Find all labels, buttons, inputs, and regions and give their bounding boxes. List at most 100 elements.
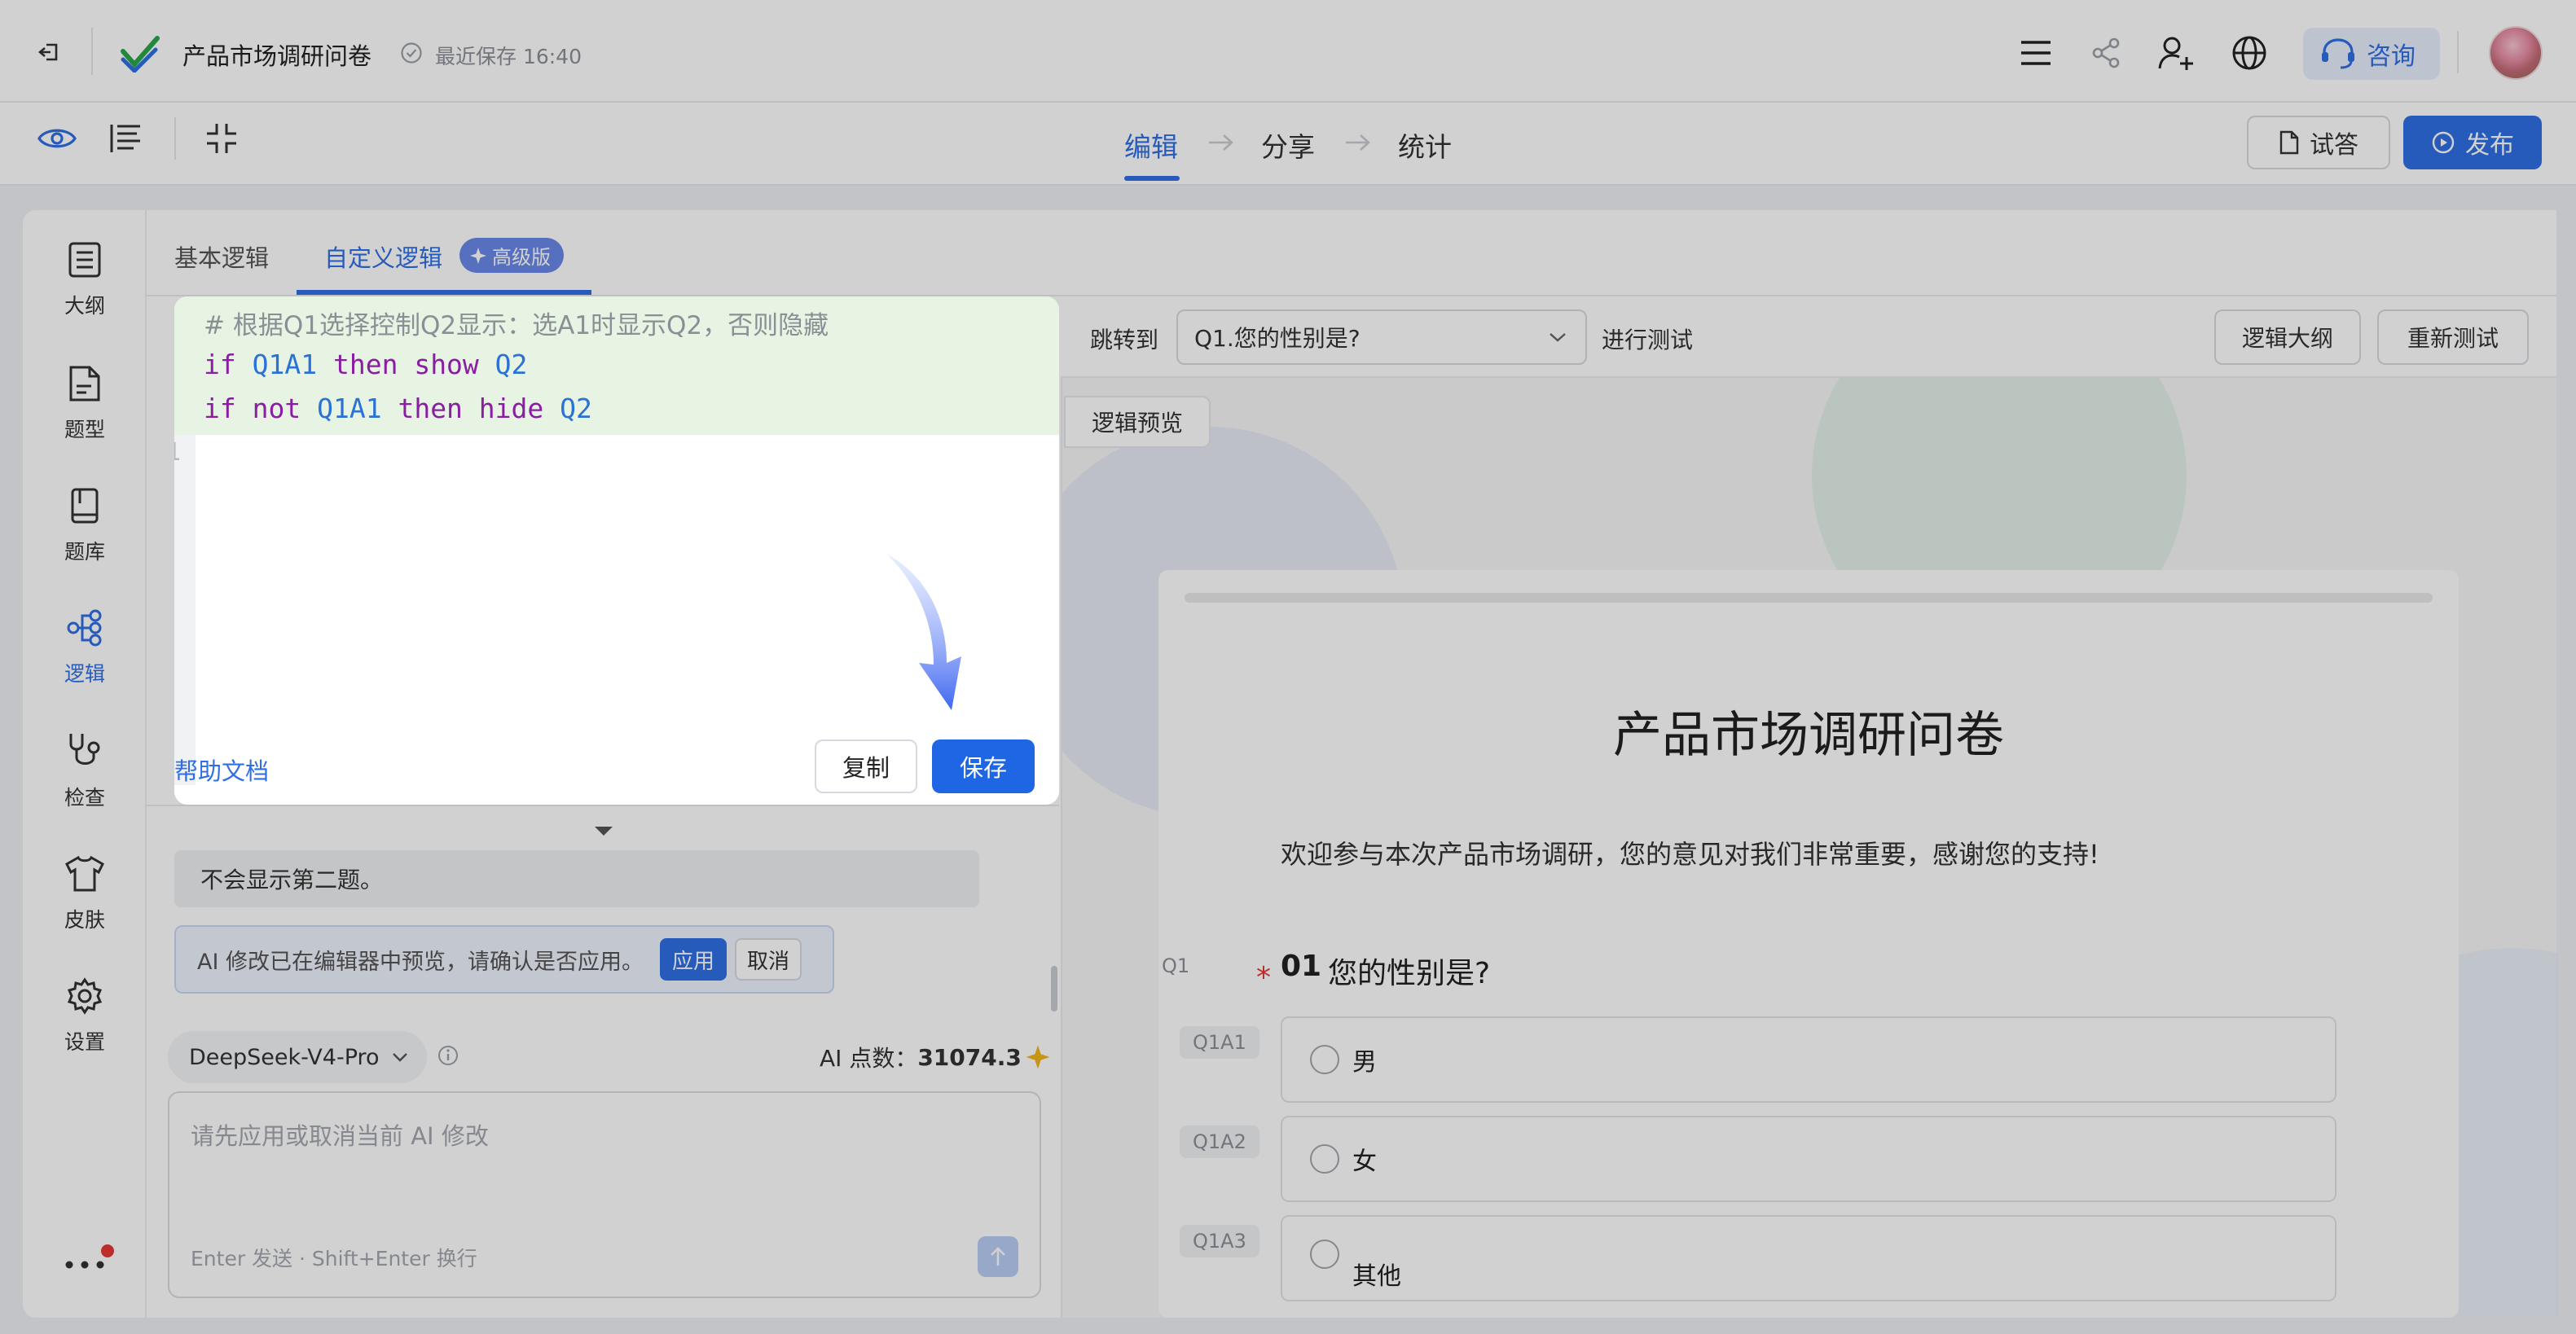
help-doc-link[interactable]: 帮助文档 [174,753,269,787]
notice-text: AI 修改已在编辑器中预览，请确认是否应用。 [197,949,644,975]
line-number: 1 [174,438,181,467]
chat-placeholder: 请先应用或取消当前 AI 修改 [191,1122,489,1150]
gear-icon [67,977,103,1015]
sparkle-icon [1026,1045,1050,1069]
guide-arrow-icon [886,554,961,710]
consult-label: 咨询 [2367,42,2416,71]
ai-preview-notice: AI 修改已在编辑器中预览，请确认是否应用。 应用 取消 [174,925,834,994]
code-keyword: then show [332,349,479,380]
exit-icon[interactable] [33,36,65,68]
step-edit[interactable]: 编辑 [1124,125,1178,165]
tab-logic-preview[interactable]: 逻辑预览 [1064,396,1211,448]
collapse-icon[interactable] [204,121,240,156]
radio-button[interactable] [1310,1240,1339,1269]
option-tag: Q1A1 [1180,1026,1259,1059]
sidebar-item-settings[interactable]: 设置 [23,977,147,1055]
code-identifier: Q1A1 [317,393,382,424]
divider [2457,31,2459,73]
option-label: 男 [1352,1048,1377,1077]
code-identifier: Q2 [495,349,528,380]
active-tab-underline [297,290,591,295]
document-icon [2279,130,2299,155]
add-user-icon[interactable] [2156,33,2196,73]
option-label: 女 [1352,1148,1377,1176]
share-icon[interactable] [2087,34,2125,72]
jump-label: 跳转到 [1090,327,1159,353]
collapse-arrow-icon[interactable] [591,824,616,842]
option-other[interactable]: 其他 [1281,1215,2336,1301]
ai-points: AI 点数： 31074.3 [820,1041,1051,1073]
sidebar-item-label: 题型 [64,418,105,441]
option-male[interactable]: 男 [1281,1016,2336,1103]
logic-outline-button[interactable]: 逻辑大纲 [2214,309,2361,365]
sidebar-item-question-bank[interactable]: 题库 [23,487,147,565]
check-logo-icon [119,33,161,75]
copy-button[interactable]: 复制 [815,739,917,793]
stethoscope-icon [69,734,100,765]
step-share[interactable]: 分享 [1261,125,1315,165]
cancel-button[interactable]: 取消 [735,938,802,981]
code-comment: # 根据Q1选择控制Q2显示：选A1时显示Q2，否则隐藏 [204,311,829,340]
sidebar-item-question-type[interactable]: 题型 [23,365,147,443]
option-tag: Q1A3 [1180,1225,1259,1257]
send-button[interactable] [978,1236,1018,1277]
survey-preview-card: 产品市场调研问卷 欢迎参与本次产品市场调研，您的意见对我们非常重要，感谢您的支持… [1158,570,2459,1318]
test-label: 进行测试 [1602,327,1694,353]
question-number: 01 [1281,950,1322,983]
code-keyword: then hide [398,393,544,424]
sidebar-item-check[interactable]: 检查 [23,731,147,811]
question-type-icon [69,366,100,402]
radio-button[interactable] [1310,1045,1339,1074]
model-select[interactable]: DeepSeek-V4-Pro [168,1031,427,1083]
publish-button[interactable]: 发布 [2403,116,2542,169]
pro-badge-label: 高级版 [492,246,551,269]
sidebar-item-label: 逻辑 [64,662,105,686]
tab-basic-logic[interactable]: 基本逻辑 [174,239,269,274]
tab-custom-logic[interactable]: 自定义逻辑 [324,239,442,274]
trial-button[interactable]: 试答 [2247,116,2390,169]
jump-select[interactable]: Q1.您的性别是? [1176,309,1587,365]
publish-label: 发布 [2465,131,2514,160]
globe-icon[interactable] [2229,33,2270,73]
chat-hint: Enter 发送 · Shift+Enter 换行 [191,1247,477,1270]
points-label: AI 点数： [820,1045,918,1072]
sidebar-item-label: 题库 [64,540,105,564]
play-circle-icon [2432,131,2455,154]
arrow-right-icon [1344,132,1372,156]
ai-message: 不会显示第二题。 [174,850,979,907]
retest-button[interactable]: 重新测试 [2377,309,2529,365]
sidebar-item-skin[interactable]: 皮肤 [23,855,147,933]
avatar[interactable] [2489,26,2543,80]
consult-button[interactable]: 咨询 [2303,28,2440,80]
chat-input[interactable]: 请先应用或取消当前 AI 修改 Enter 发送 · Shift+Enter 换… [168,1091,1041,1298]
option-female[interactable]: 女 [1281,1116,2336,1202]
more-icon[interactable] [64,1253,106,1277]
divider [91,28,93,75]
radio-button[interactable] [1310,1144,1339,1174]
code-keyword: if not [204,393,301,424]
apply-button[interactable]: 应用 [660,938,728,981]
save-button[interactable]: 保存 [932,739,1035,793]
menu-icon[interactable] [2017,34,2055,72]
info-icon[interactable] [437,1044,459,1070]
sidebar-item-logic[interactable]: 逻辑 [23,609,147,687]
option-label: 其他 [1352,1262,1401,1291]
sidebar-item-label: 大纲 [64,294,105,318]
doc-title[interactable]: 产品市场调研问卷 [182,37,371,72]
question-tag: Q1 [1162,954,1190,977]
outline-list-icon[interactable] [108,121,143,156]
survey-intro: 欢迎参与本次产品市场调研，您的意见对我们非常重要，感谢您的支持! [1281,839,2099,870]
option-tag: Q1A2 [1180,1126,1259,1158]
step-stats[interactable]: 统计 [1398,125,1452,165]
eye-icon[interactable] [37,119,77,158]
outline-icon [68,242,101,278]
panel-scrollbar[interactable] [1051,966,1057,1011]
required-mark: * [1256,961,1271,994]
code-keyword: if [204,349,236,380]
save-status: 最近保存 16:40 [435,45,582,68]
sidebar-item-outline[interactable]: 大纲 [23,241,147,319]
jump-value: Q1.您的性别是? [1194,325,1361,352]
saved-check-icon [399,41,424,65]
sidebar-item-label: 设置 [64,1030,105,1054]
headset-icon [2322,38,2354,69]
